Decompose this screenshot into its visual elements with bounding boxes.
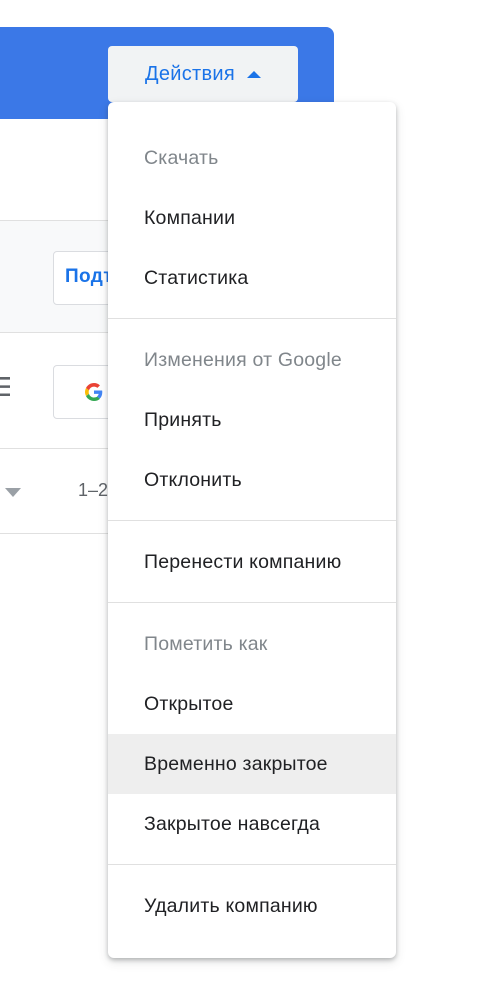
row-divider xyxy=(0,448,120,449)
menu-item-temporarily-closed[interactable]: Временно закрытое xyxy=(108,734,396,794)
menu-header-mark-as: Пометить как xyxy=(144,632,268,655)
menu-item-reject[interactable]: Отклонить xyxy=(108,450,396,510)
filter-icon[interactable]: ☰ xyxy=(0,371,10,403)
caret-up-icon xyxy=(247,70,262,78)
menu-item-transfer-company[interactable]: Перенести компанию xyxy=(108,532,396,592)
menu-item-companies[interactable]: Компании xyxy=(108,188,396,248)
menu-divider xyxy=(108,602,396,603)
menu-item-statistics[interactable]: Статистика xyxy=(108,248,396,308)
actions-button-label: Действия xyxy=(144,62,236,85)
menu-divider xyxy=(108,520,396,521)
row-divider xyxy=(0,533,120,534)
menu-item-delete-company[interactable]: Удалить компанию xyxy=(108,876,396,936)
menu-item-accept[interactable]: Принять xyxy=(108,390,396,450)
actions-menu: Скачать Компании Статистика Изменения от… xyxy=(108,102,396,958)
menu-header-google-changes: Изменения от Google xyxy=(144,348,342,371)
menu-item-open[interactable]: Открытое xyxy=(108,674,396,734)
dropdown-arrow-icon[interactable] xyxy=(5,488,21,497)
google-logo-icon xyxy=(85,383,103,401)
menu-divider xyxy=(108,318,396,319)
pagination-text: 1–2 xyxy=(78,480,109,500)
menu-header-download: Скачать xyxy=(144,146,219,169)
menu-item-permanently-closed[interactable]: Закрытое навсегда xyxy=(108,794,396,854)
menu-divider xyxy=(108,864,396,865)
confirm-button-label: Подт xyxy=(65,266,113,287)
actions-button[interactable]: Действия xyxy=(108,46,298,102)
